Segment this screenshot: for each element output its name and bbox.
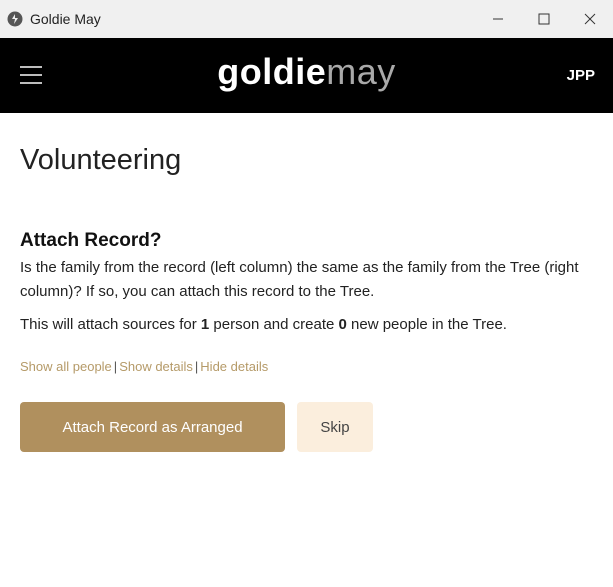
section-heading: Attach Record? xyxy=(20,230,162,251)
close-button[interactable] xyxy=(567,0,613,38)
window-controls xyxy=(475,0,613,38)
maximize-button[interactable] xyxy=(521,0,567,38)
minimize-icon xyxy=(493,18,503,20)
new-people-count: 0 xyxy=(338,316,347,333)
goldie-may-app-icon xyxy=(7,11,23,27)
main-content: Volunteering Attach Record? Is the famil… xyxy=(20,113,595,452)
user-avatar-initials[interactable]: JPP xyxy=(567,67,595,84)
detail-links: Show all people | Show details | Hide detail… xyxy=(20,359,595,374)
hide-details-link[interactable]: Hide details xyxy=(200,359,268,374)
window-title: Goldie May xyxy=(30,11,101,27)
summary-middle: person and create xyxy=(209,316,339,333)
maximize-icon xyxy=(538,13,550,25)
attach-description: Is the family from the record (left colu… xyxy=(20,259,579,300)
attach-summary: This will attach sources for 1 person an… xyxy=(20,313,595,337)
logo-light-text: may xyxy=(326,51,396,92)
goldie-may-logo: goldiemay xyxy=(0,50,613,94)
page-title: Volunteering xyxy=(20,144,182,176)
show-all-people-link[interactable]: Show all people xyxy=(20,359,112,374)
close-icon xyxy=(584,13,596,25)
summary-prefix: This will attach sources for xyxy=(20,316,201,333)
summary-suffix: new people in the Tree. xyxy=(346,316,507,333)
skip-button[interactable]: Skip xyxy=(297,402,373,452)
logo-bold-text: goldie xyxy=(217,51,327,92)
action-buttons: Attach Record as Arranged Skip xyxy=(20,402,595,452)
app-navbar: goldiemay JPP xyxy=(0,38,613,113)
show-details-link[interactable]: Show details xyxy=(119,359,193,374)
window-titlebar: Goldie May xyxy=(0,0,613,38)
attach-record-button[interactable]: Attach Record as Arranged xyxy=(20,402,285,452)
minimize-button[interactable] xyxy=(475,0,521,38)
persons-count: 1 xyxy=(200,316,210,333)
